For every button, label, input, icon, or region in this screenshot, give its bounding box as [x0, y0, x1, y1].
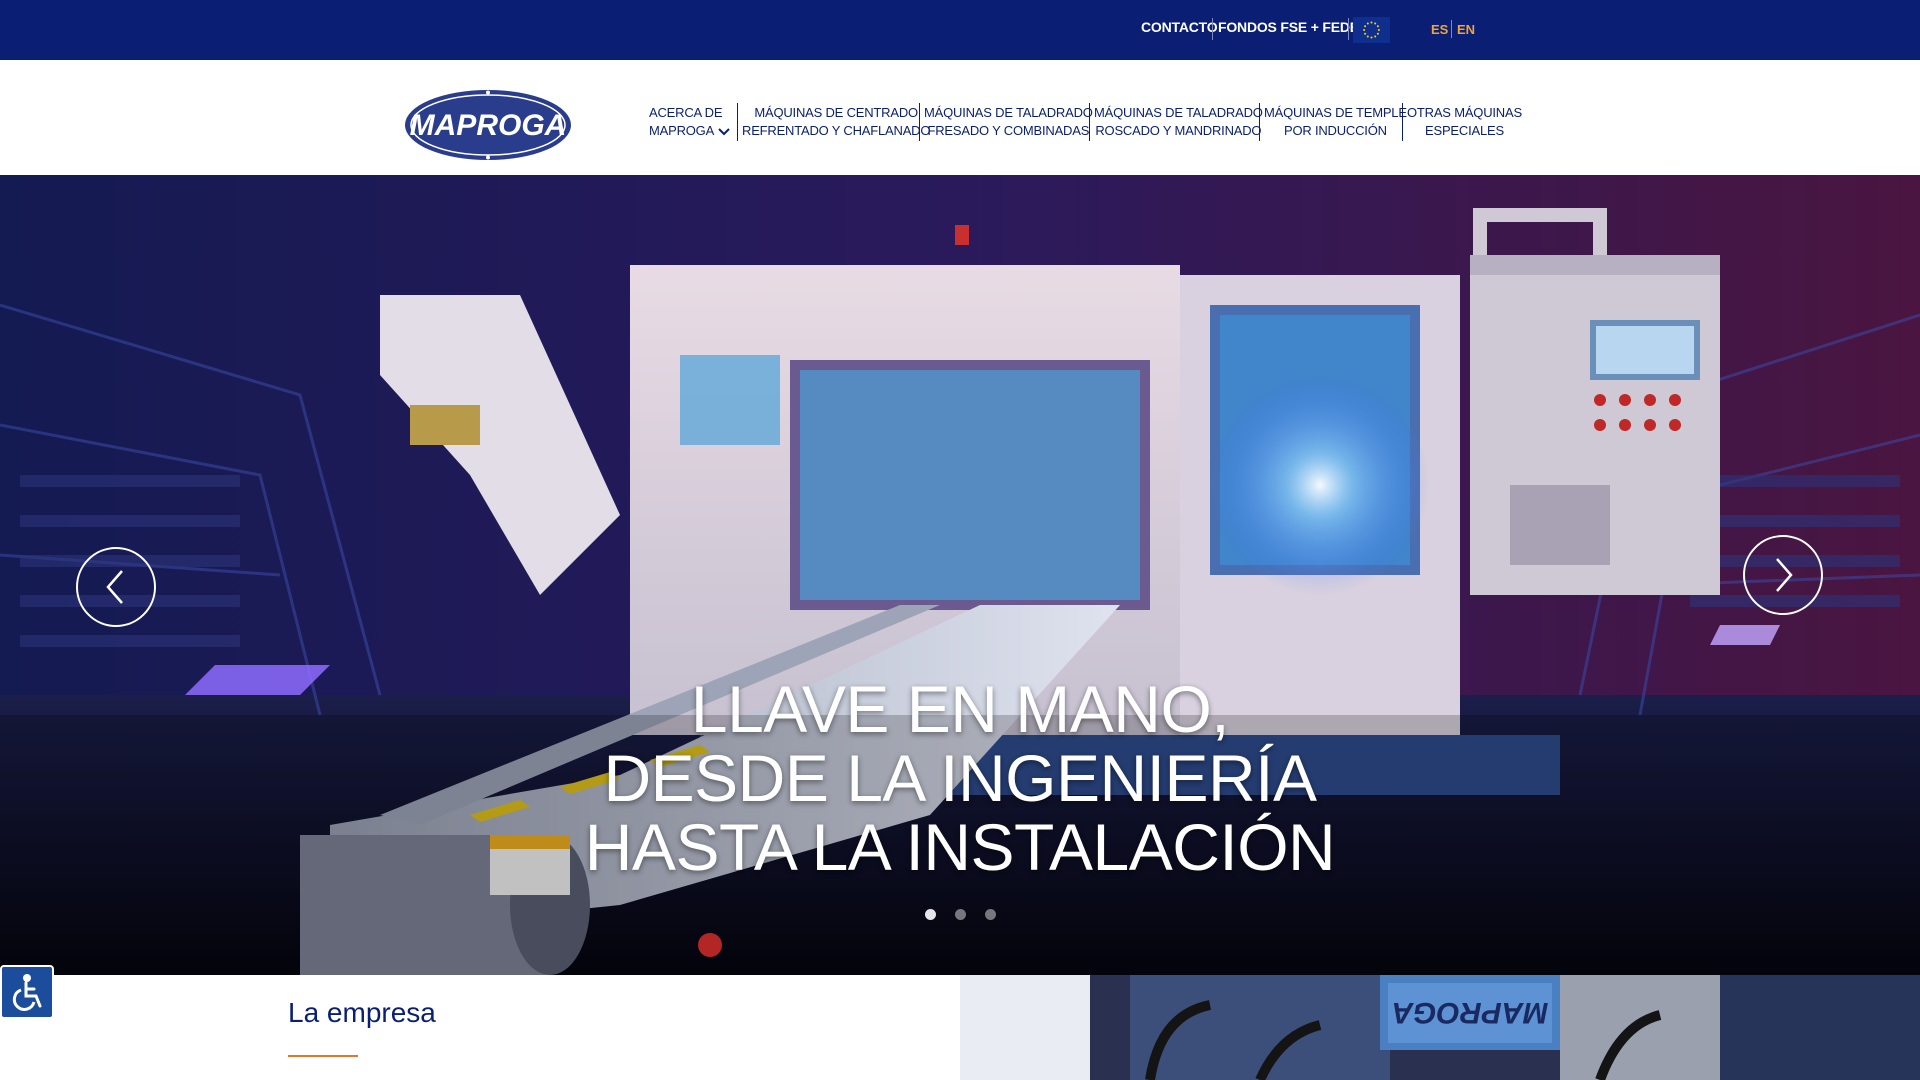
lang-divider [1451, 20, 1452, 38]
hero-headline-line: DESDE LA INGENIERÍA [603, 741, 1317, 815]
about-title: La empresa [288, 997, 436, 1028]
top-bar: CONTACTO FONDOS FSE + FEDER ES EN [0, 0, 1920, 60]
about-section: La empresa [0, 975, 960, 1080]
nav-label: MÁQUINAS DE TALADRADO [1094, 105, 1263, 120]
prev-slide-button[interactable] [76, 547, 156, 627]
chevron-left-icon [106, 570, 123, 604]
nav-item-drilling-milling-machines[interactable]: MÁQUINAS DE TALADRADO FRESADO Y COMBINAD… [924, 104, 1093, 140]
nav-label: MAPROGA [649, 123, 715, 138]
nav-item-drilling-tapping-machines[interactable]: MÁQUINAS DE TALADRADO ROSCADO Y MANDRINA… [1094, 104, 1263, 140]
svg-text:MAPROGA: MAPROGA [1392, 996, 1549, 1029]
nav-label: REFRENTADO Y CHAFLANADO [742, 123, 931, 138]
nav-label: ROSCADO Y MANDRINADO [1095, 123, 1262, 138]
lang-en-link[interactable]: EN [1457, 22, 1475, 37]
nav-label: ESPECIALES [1425, 123, 1504, 138]
maproga-logo[interactable]: MAPROGA [404, 89, 572, 161]
nav-label: FRESADO Y COMBINADAS [927, 123, 1090, 138]
nav-item-centering-machines[interactable]: MÁQUINAS DE CENTRADO REFRENTADO Y CHAFLA… [742, 104, 930, 140]
chevron-down-icon[interactable] [718, 128, 730, 136]
contact-link[interactable]: CONTACTO [1141, 19, 1218, 35]
nav-label: MÁQUINAS DE CENTRADO [754, 105, 918, 120]
next-slide-button[interactable] [1743, 535, 1823, 615]
chevron-right-icon [1776, 558, 1793, 592]
nav-label: MÁQUINAS DE TEMPLE [1264, 105, 1407, 120]
nav-divider [1402, 103, 1403, 141]
slide-indicators [0, 909, 1920, 923]
hero-headline-line: LLAVE EN MANO, [690, 672, 1230, 746]
slide-dot-1[interactable] [925, 909, 936, 920]
accessibility-button[interactable] [0, 965, 54, 1019]
hero-headline: LLAVE EN MANO, DESDE LA INGENIERÍA HASTA… [0, 675, 1920, 882]
nav-label: ACERCA DE [649, 105, 723, 120]
slide-dot-2[interactable] [955, 909, 966, 920]
company-machine-image: MAPROGA [960, 975, 1920, 1080]
nav-item-induction-machines[interactable]: MÁQUINAS DE TEMPLE POR INDUCCIÓN [1264, 104, 1407, 140]
funds-link[interactable]: FONDOS FSE + FEDER [1218, 19, 1369, 35]
nav-item-special-machines[interactable]: OTRAS MÁQUINAS ESPECIALES [1407, 104, 1522, 140]
nav-divider [1259, 103, 1260, 141]
nav-label: MÁQUINAS DE TALADRADO [924, 105, 1093, 120]
nav-divider [737, 103, 738, 141]
topbar-divider [1212, 18, 1213, 40]
nav-divider [919, 103, 920, 141]
svg-text:MAPROGA: MAPROGA [410, 109, 567, 142]
hero-headline-line: HASTA LA INSTALACIÓN [584, 810, 1336, 884]
slide-dot-3[interactable] [985, 909, 996, 920]
nav-label: POR INDUCCIÓN [1283, 123, 1387, 138]
title-underline [288, 1055, 358, 1057]
nav-item-about[interactable]: ACERCA DE MAPROGA [649, 104, 723, 140]
eu-flag-icon[interactable] [1353, 17, 1390, 43]
hero-slider: LLAVE EN MANO, DESDE LA INGENIERÍA HASTA… [0, 175, 1920, 975]
nav-label: OTRAS MÁQUINAS [1407, 105, 1522, 120]
topbar-divider [1348, 18, 1349, 40]
lang-es-link[interactable]: ES [1431, 22, 1448, 37]
wheelchair-icon [12, 974, 42, 1011]
site-header: MAPROGA ACERCA DE MAPROGA MÁQUINAS DE CE… [0, 60, 1920, 175]
nav-divider [1089, 103, 1090, 141]
